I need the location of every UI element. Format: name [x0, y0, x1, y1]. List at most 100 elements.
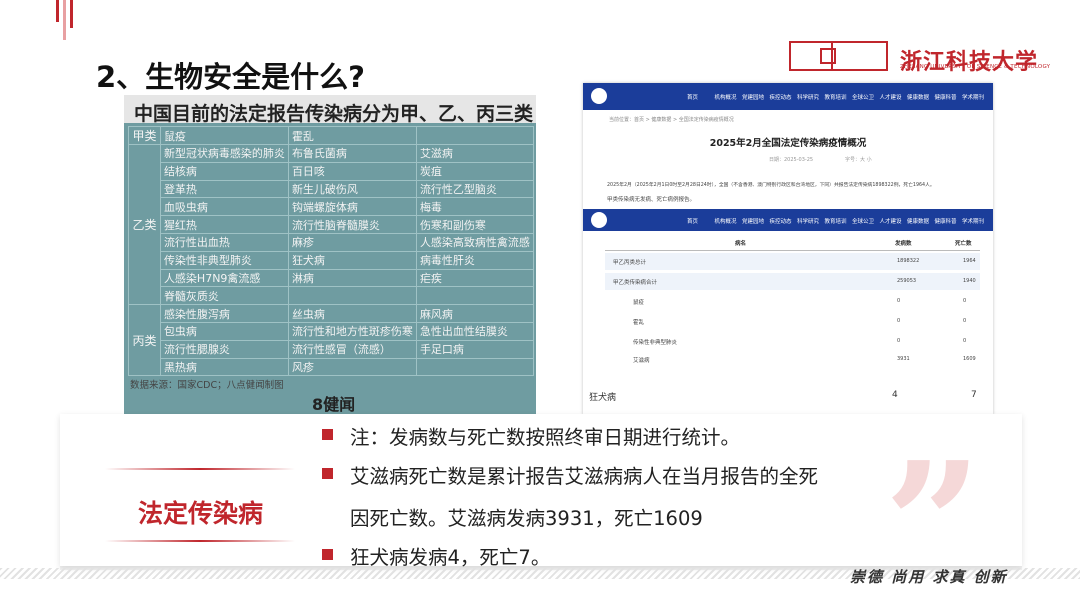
disease-cell: 新型冠状病毒感染的肺炎: [159, 144, 289, 163]
decorative-line: [63, 0, 66, 40]
death-count: 1609: [963, 356, 976, 362]
table-row: 传染性非典型肺炎 狂犬病 病毒性肝炎: [129, 250, 535, 270]
nav-item[interactable]: 科学研究: [797, 93, 819, 101]
disease-cell: 登革热: [159, 179, 289, 199]
nav-item[interactable]: 健康数据: [907, 93, 929, 101]
disease-cell: 急性出血性结膜炎: [415, 321, 535, 341]
logo-frame: [820, 48, 836, 64]
disease-cell: 流行性出血热: [159, 232, 289, 252]
article-paragraph: 2025年2月（2025年2月1日0时至2月28日24时），全国（不含香港、澳门…: [607, 183, 935, 188]
disease-cell: 布鲁氏菌病: [287, 144, 417, 163]
disease-cell: 百日咳: [287, 161, 417, 181]
stats-table-header: 病名 发病数 死亡数: [605, 235, 980, 251]
nav-item[interactable]: 健康科普: [935, 217, 957, 225]
disease-name: 霍乱: [633, 320, 645, 326]
nav-item[interactable]: 人才建设: [880, 93, 902, 101]
death-count: 0: [963, 338, 967, 344]
nav-item[interactable]: 健康数据: [907, 217, 929, 225]
stats-table-row: 霍乱 0 0: [605, 313, 980, 330]
disease-cell: 流行性腮腺炎: [159, 339, 289, 359]
death-count: 1964: [963, 258, 976, 264]
decorative-line: [70, 0, 73, 28]
table-source: 数据来源：国家CDC；八点健闻制图: [130, 380, 284, 391]
disease-cell: 艾滋病: [415, 144, 535, 163]
disease-cell: 流行性脑脊髓膜炎: [287, 215, 417, 234]
stats-table-row: 甲乙类传染病合计 259053 1940: [605, 273, 980, 290]
table-row: 甲类 鼠疫 霍乱: [128, 126, 535, 145]
table-row: 黑热病 风疹: [129, 357, 535, 377]
nav-item[interactable]: 健康科普: [935, 93, 957, 101]
university-logo-english: ZHEJIANG UNIVERSITY OF SCIENCE & TECHNOL…: [900, 64, 1051, 70]
nav-item[interactable]: 全球公卫: [852, 93, 874, 101]
table-row: 流行性腮腺炎 流行性感冒（流感） 手足口病: [129, 339, 535, 359]
table-row: 脊髓灰质炎: [129, 286, 535, 306]
category-cell: 乙类: [128, 143, 161, 306]
bullet-icon: [322, 468, 333, 479]
disease-cell: 脊髓灰质炎: [159, 286, 289, 306]
note-line-1: 注：发病数与死亡数按照终审日期进行统计。: [350, 426, 741, 449]
rabies-cases: 4: [892, 390, 898, 400]
nav-item[interactable]: 疾控动态: [770, 217, 792, 225]
article-paragraph: 甲类传染病无发病、死亡病例报告。: [607, 197, 696, 203]
death-count: 0: [963, 318, 967, 324]
university-logo-text: 浙江科技大学: [900, 49, 1039, 75]
note-line-3: 因死亡数。艾滋病发病3931，死亡1609: [350, 507, 703, 530]
disease-cell: 麻风病: [415, 304, 535, 323]
cdc-logo-icon: [591, 88, 607, 104]
disease-cell: 伤寒和副伤寒: [415, 215, 535, 234]
decorative-divider: [105, 540, 295, 542]
disease-cell: [287, 286, 417, 306]
death-count: 1940: [963, 278, 976, 284]
header-disease-name: 病名: [735, 241, 747, 247]
disease-name: 艾滋病: [633, 358, 650, 364]
case-count: 0: [897, 298, 901, 304]
table-row: 丙类 感染性腹泻病 丝虫病 麻风病: [128, 304, 535, 377]
disease-category-table-image: 中国目前的法定报告传染病分为甲、乙、丙三类 甲类 鼠疫 霍乱 乙类 新型冠状病毒感染的肺…: [124, 95, 536, 421]
disease-cell: 感染性腹泻病: [159, 304, 289, 323]
rabies-deaths: 7: [971, 390, 977, 400]
nav-item[interactable]: 人才建设: [880, 217, 902, 225]
nav-item[interactable]: 教育培训: [825, 217, 847, 225]
university-motto: 崇德 尚用 求真 创新: [850, 568, 1008, 586]
case-count: 0: [897, 338, 901, 344]
disease-cell: [415, 357, 535, 377]
table-heading: 中国目前的法定报告传染病分为甲、乙、丙三类: [134, 103, 534, 125]
stats-table-row: 传染性非典型肺炎 0 0: [605, 333, 980, 350]
nav-item[interactable]: 教育培训: [825, 93, 847, 101]
nav-item[interactable]: 机构概况: [715, 217, 737, 225]
nav-item[interactable]: 党建园地: [742, 93, 764, 101]
overlay-navigation-bar: 首页 机构概况 党建园地 疾控动态 科学研究 教育培训 全球公卫 人才建设 健康数据 健康科普 学术…: [583, 209, 993, 231]
table-row: 登革热 新生儿破伤风 流行性乙型脑炎: [129, 179, 535, 199]
article-date: 日期：2025-03-25: [769, 157, 814, 163]
nav-item[interactable]: 党建园地: [742, 217, 764, 225]
disease-cell: 流行性感冒（流感）: [287, 339, 417, 359]
disease-cell: 黑热病: [159, 357, 289, 377]
nav-item[interactable]: 学术期刊: [962, 93, 984, 101]
nav-item[interactable]: 学术期刊: [962, 217, 984, 225]
nav-item[interactable]: 首页: [687, 217, 698, 225]
table-row: 包虫病 流行性和地方性斑疹伤寒 急性出血性结膜炎: [129, 321, 535, 341]
table-row: 流行性出血热 麻疹 人感染高致病性禽流感: [129, 232, 535, 252]
disease-cell: 传染性非典型肺炎: [159, 250, 289, 270]
category-cell: 甲类: [128, 126, 161, 145]
nav-item[interactable]: 机构概况: [715, 93, 737, 101]
disease-cell: 丝虫病: [287, 304, 417, 323]
nav-item[interactable]: 疾控动态: [770, 93, 792, 101]
cdc-webpage-screenshot: 首页 机构概况 党建园地 疾控动态 科学研究 教育培训 全球公卫 人才建设 健康数据 健康科普 学术…: [583, 83, 993, 415]
nav-item[interactable]: 科学研究: [797, 217, 819, 225]
top-navigation-bar: 首页 机构概况 党建园地 疾控动态 科学研究 教育培训 全球公卫 人才建设 健康数据 健康科普 学术…: [583, 83, 993, 110]
nav-item[interactable]: 全球公卫: [852, 217, 874, 225]
case-count: 1898322: [897, 258, 920, 264]
disease-name: 甲乙类传染病合计: [613, 280, 658, 286]
disease-name: 甲乙丙类总计: [613, 260, 647, 266]
category-cell: 丙类: [128, 304, 161, 377]
disease-table: 甲类 鼠疫 霍乱 乙类 新型冠状病毒感染的肺炎 布鲁氏菌病 艾滋病 结核病 百日咳 炭疽 登革热 新生…: [128, 126, 535, 377]
case-count: 259053: [897, 278, 917, 284]
bullet-icon: [322, 429, 333, 440]
disease-cell: 狂犬病: [287, 250, 417, 270]
nav-item[interactable]: 首页: [687, 93, 698, 101]
disease-cell: 麻疹: [287, 232, 417, 252]
header-deaths: 死亡数: [955, 241, 972, 247]
note-line-4: 狂犬病发病4，死亡7。: [350, 546, 551, 569]
case-count: 3931: [897, 356, 910, 362]
